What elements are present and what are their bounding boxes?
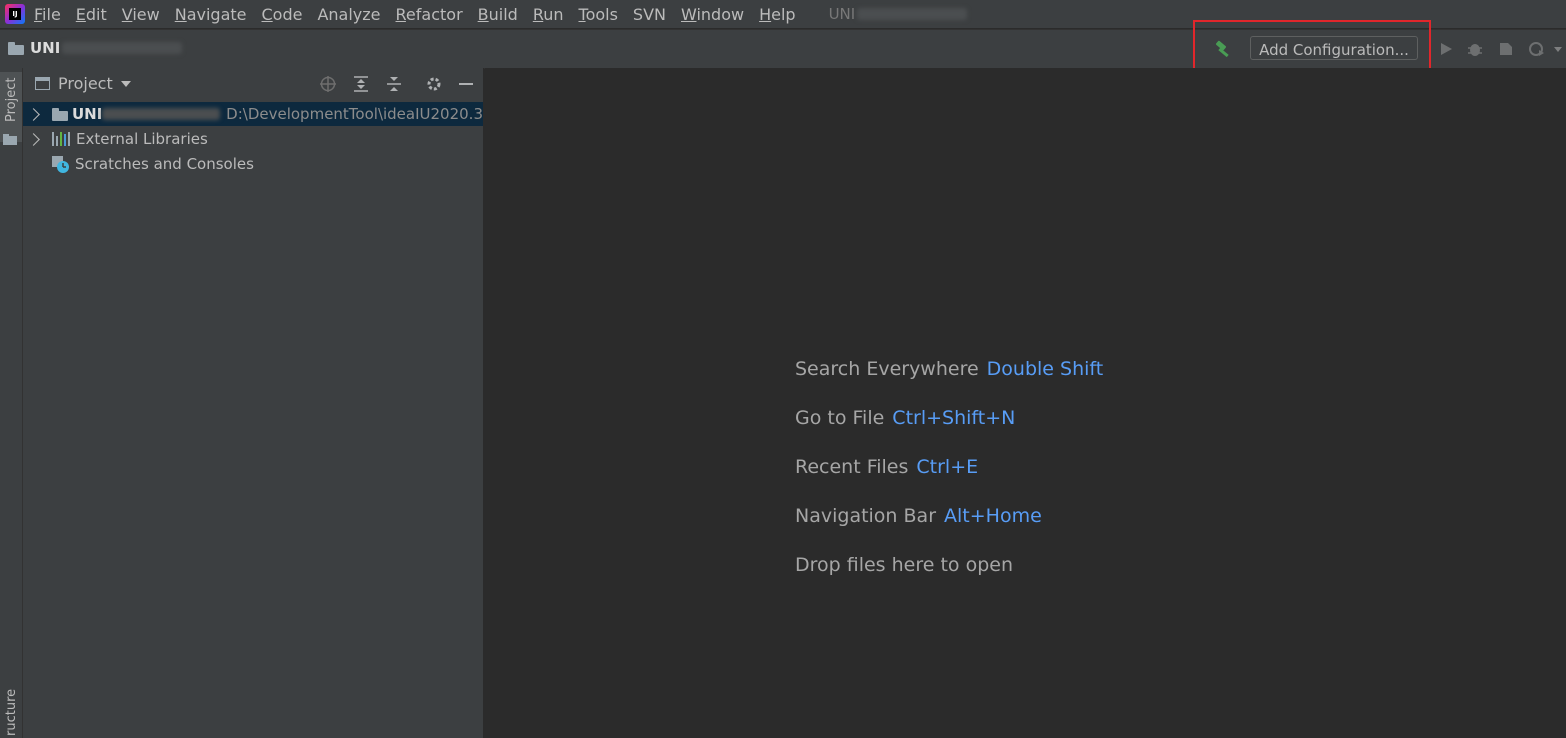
project-crumb-label: UNI xyxy=(30,39,61,57)
hint-go-to-file: Go to File Ctrl+Shift+N xyxy=(795,407,1015,429)
project-window-icon xyxy=(35,77,50,90)
menu-tools[interactable]: Tools xyxy=(579,5,618,24)
hint-label: Navigation Bar xyxy=(795,505,937,527)
hint-shortcut[interactable]: Alt+Home xyxy=(944,505,1042,527)
hint-search-everywhere: Search Everywhere Double Shift xyxy=(795,358,1103,380)
tree-item-project-root[interactable]: UNI D:\DevelopmentTool\ideaIU2020.3 xyxy=(23,102,483,126)
menu-navigate[interactable]: Navigate xyxy=(175,5,247,24)
redacted-text xyxy=(62,42,183,54)
hint-navigation-bar: Navigation Bar Alt+Home xyxy=(795,505,1042,527)
folder-icon xyxy=(3,134,17,145)
project-panel-title: Project xyxy=(58,74,113,93)
app-logo-icon: IJ xyxy=(5,4,25,24)
folder-icon xyxy=(8,41,24,55)
hint-shortcut[interactable]: Double Shift xyxy=(987,358,1104,380)
window-title: UNI xyxy=(829,5,968,23)
project-view-selector[interactable]: Project xyxy=(35,74,131,93)
menu-file[interactable]: File xyxy=(34,5,61,24)
redacted-text xyxy=(102,108,221,120)
chevron-right-icon[interactable] xyxy=(27,107,40,121)
menu-bar: IJ File Edit View Navigate Code Analyze … xyxy=(0,0,1566,28)
hint-recent-files: Recent Files Ctrl+E xyxy=(795,456,978,478)
structure-tab-label[interactable]: ructure xyxy=(4,689,19,736)
tree-item-external-libraries[interactable]: External Libraries xyxy=(23,127,483,151)
chevron-right-icon[interactable] xyxy=(27,132,40,146)
project-panel-header: Project xyxy=(23,68,483,100)
menu-svn[interactable]: SVN xyxy=(633,5,666,24)
tree-item-scratches[interactable]: Scratches and Consoles xyxy=(23,152,483,176)
menu-view[interactable]: View xyxy=(122,5,160,24)
project-panel: Project UNI D:\DevelopmentTool\ideaIU202… xyxy=(23,68,484,738)
hint-shortcut[interactable]: Ctrl+Shift+N xyxy=(892,407,1015,429)
add-configuration-button[interactable]: Add Configuration... xyxy=(1250,36,1418,60)
editor-empty-area: Search Everywhere Double Shift Go to File… xyxy=(485,68,1566,738)
locate-icon[interactable] xyxy=(319,75,337,93)
scratches-label: Scratches and Consoles xyxy=(75,155,254,173)
menu-build[interactable]: Build xyxy=(478,5,518,24)
breadcrumb[interactable]: UNI xyxy=(8,39,183,57)
module-folder-icon xyxy=(51,107,68,121)
chevron-down-icon xyxy=(120,80,131,87)
profile-icon[interactable] xyxy=(1527,40,1545,58)
gear-icon[interactable] xyxy=(425,75,443,93)
project-root-path: D:\DevelopmentTool\ideaIU2020.3 xyxy=(226,105,483,123)
redacted-text xyxy=(857,8,968,20)
hint-label: Recent Files xyxy=(795,456,909,478)
menu-edit[interactable]: Edit xyxy=(76,5,107,24)
menu-refactor[interactable]: Refactor xyxy=(396,5,463,24)
chevron-down-icon[interactable] xyxy=(1552,40,1564,58)
scratch-icon xyxy=(52,156,69,173)
expand-all-icon[interactable] xyxy=(352,75,370,93)
hint-drop-files: Drop files here to open xyxy=(795,554,1013,576)
collapse-all-icon[interactable] xyxy=(385,75,403,93)
menu-window[interactable]: Window xyxy=(681,5,744,24)
coverage-icon[interactable] xyxy=(1497,40,1515,58)
menu-help[interactable]: Help xyxy=(759,5,795,24)
menu-run[interactable]: Run xyxy=(533,5,564,24)
project-root-label: UNI xyxy=(71,105,103,123)
run-icon[interactable] xyxy=(1437,40,1455,58)
project-tool-tab[interactable]: Project xyxy=(0,72,22,145)
debug-icon[interactable] xyxy=(1466,40,1484,58)
menu-code[interactable]: Code xyxy=(262,5,303,24)
hint-label: Search Everywhere xyxy=(795,358,979,380)
external-libraries-label: External Libraries xyxy=(76,130,208,148)
hint-label: Go to File xyxy=(795,407,885,429)
project-tab-label: Project xyxy=(4,77,19,122)
hammer-icon[interactable] xyxy=(1213,38,1235,60)
menu-analyze[interactable]: Analyze xyxy=(317,5,380,24)
hint-shortcut[interactable]: Ctrl+E xyxy=(916,456,978,478)
library-icon xyxy=(52,132,70,146)
left-tool-strip: Project ructure xyxy=(0,68,23,738)
navigation-toolbar: UNI Add Configuration... xyxy=(0,29,1566,69)
minimize-icon[interactable] xyxy=(457,75,475,93)
hint-label: Drop files here to open xyxy=(795,554,1014,576)
